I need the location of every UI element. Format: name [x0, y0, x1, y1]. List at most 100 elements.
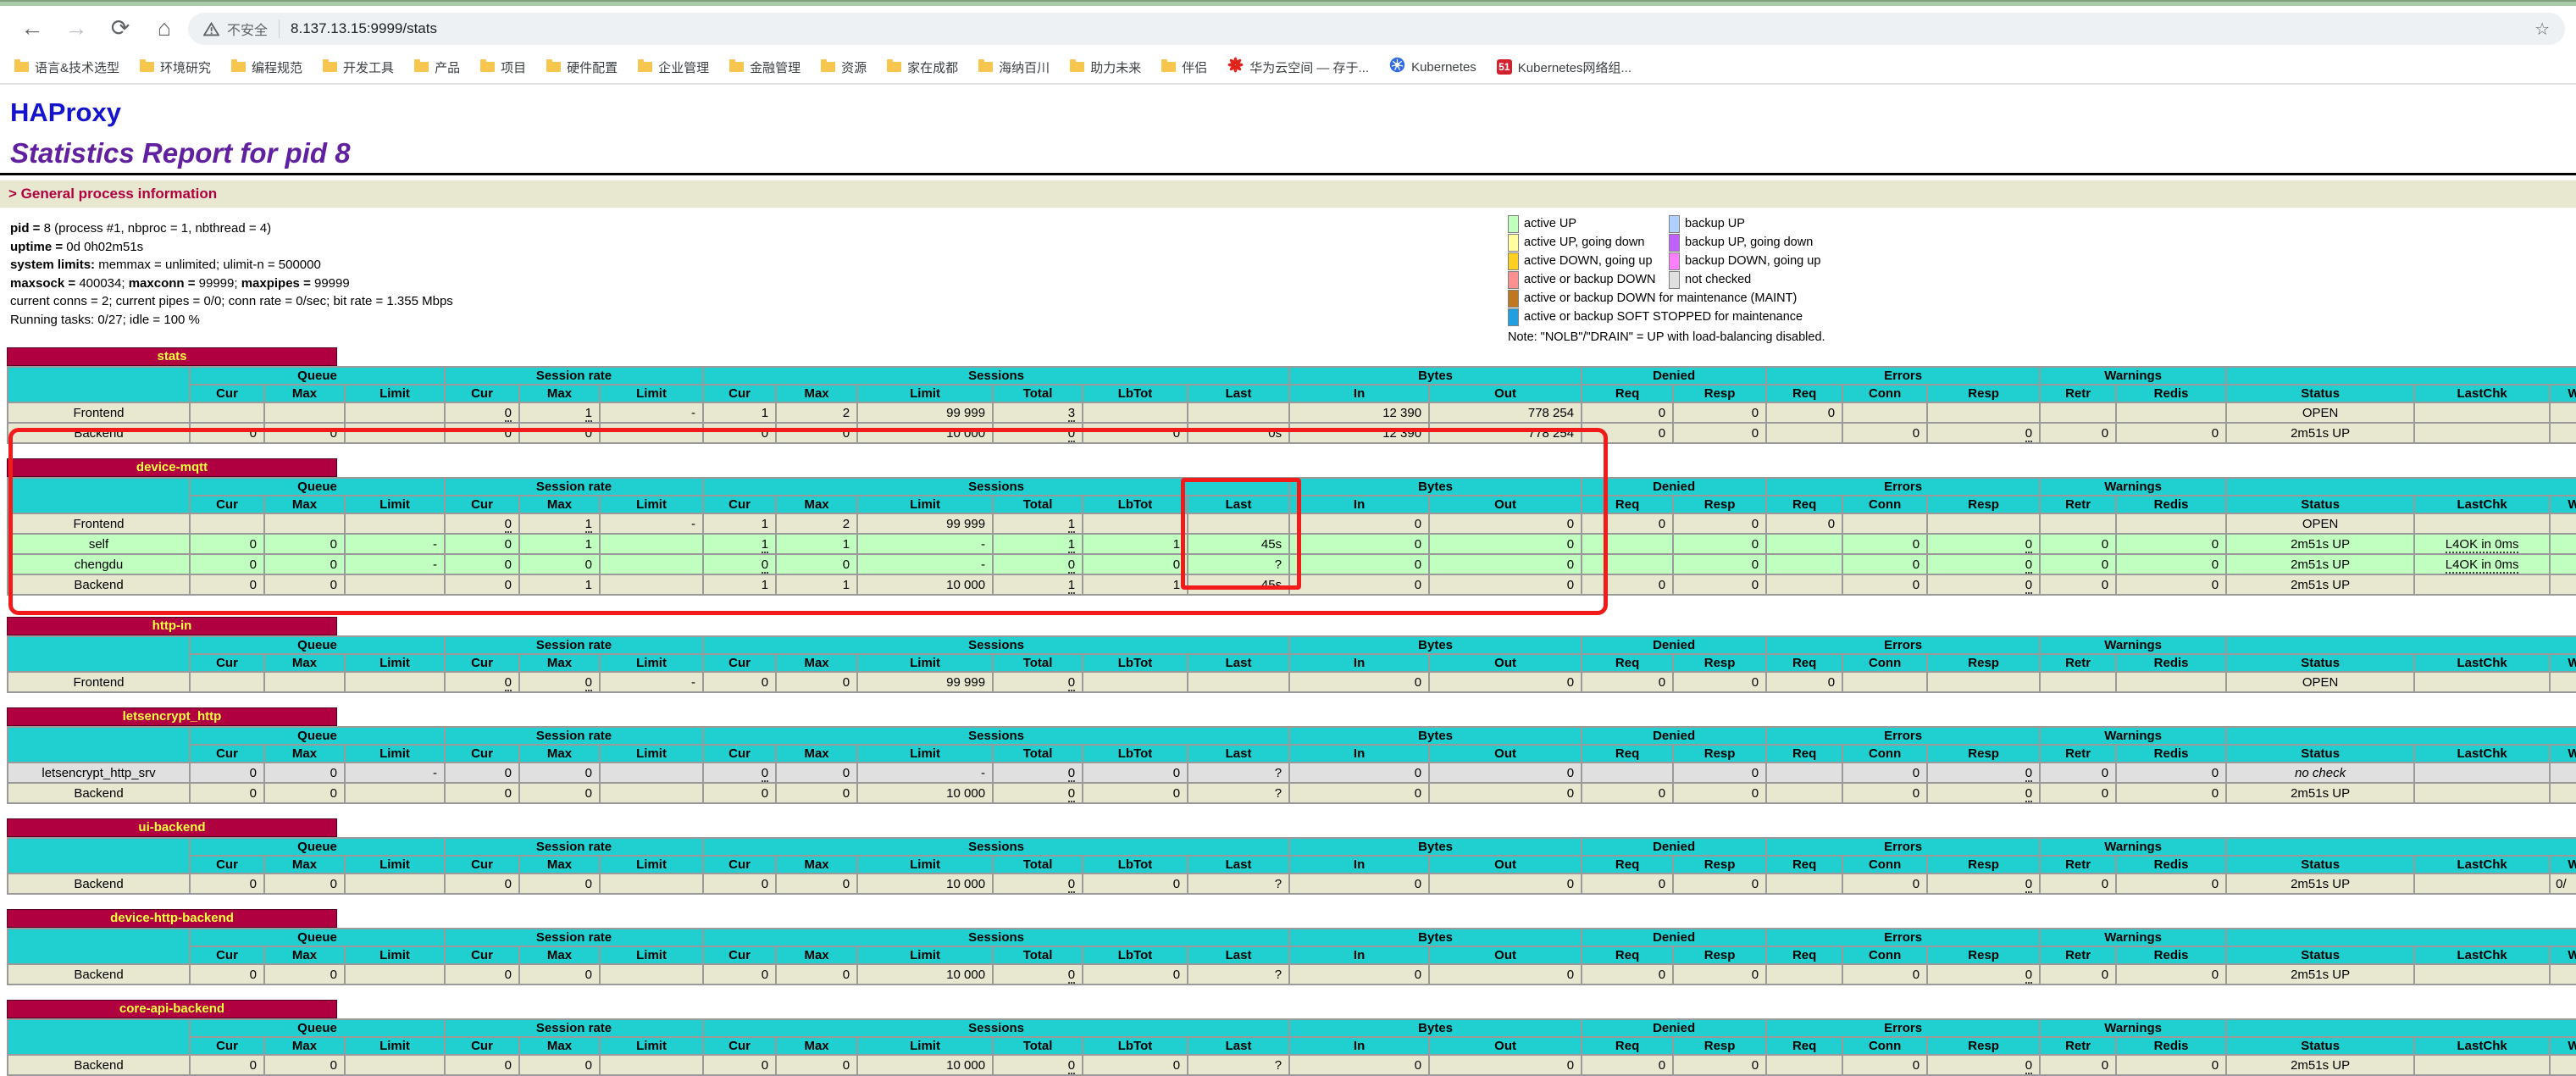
cell: 0: [190, 964, 264, 984]
cell: 0: [1842, 1055, 1927, 1075]
cell: [345, 1055, 445, 1075]
legend-label: active or backup DOWN: [1524, 273, 1656, 286]
cell: 0: [2040, 423, 2116, 443]
back-icon[interactable]: ←: [15, 11, 49, 45]
cell: 0: [1927, 783, 2040, 803]
proxy-title[interactable]: stats: [7, 347, 337, 366]
column-header: Redis: [2116, 856, 2226, 874]
cell: 2m51s UP: [2226, 534, 2414, 554]
cell: 0: [993, 1055, 1083, 1075]
process-info-line: maxsock = 400034; maxconn = 99999; maxpi…: [10, 275, 2576, 293]
column-header: Out: [1429, 745, 1582, 763]
table-row: Backend00000010 00000?000000002m51s UP0/: [8, 874, 2576, 894]
bookmark-item[interactable]: 助力未来: [1062, 56, 1149, 79]
bookmark-item[interactable]: 硬件配置: [539, 56, 625, 79]
column-header: Max: [264, 946, 345, 964]
cell: 3: [993, 402, 1083, 423]
url-text[interactable]: 8.137.13.15:9999/stats: [291, 20, 437, 37]
proxy-title[interactable]: http-in: [7, 617, 337, 635]
not-secure-warning-icon[interactable]: [203, 22, 219, 36]
cell: 0: [993, 783, 1083, 803]
proxy-table-core-api-backend: core-api-backendQueueSession rateSession…: [7, 1000, 2576, 1076]
cell: 0: [703, 672, 776, 692]
bookmark-item[interactable]: 产品: [407, 56, 468, 79]
bookmark-item[interactable]: 华为云空间 — 存于...: [1220, 54, 1377, 80]
address-bar[interactable]: 不安全 8.137.13.15:9999/stats ☆: [188, 13, 2565, 45]
cell: 0: [445, 672, 519, 692]
legend-note: Note: "NOLB"/"DRAIN" = UP with load-bala…: [1508, 330, 1825, 344]
cell: [2116, 402, 2226, 423]
proxy-title[interactable]: ui-backend: [7, 818, 337, 837]
column-header: Last: [1188, 745, 1289, 763]
column-header: Redis: [2116, 745, 2226, 763]
proxy-title[interactable]: letsencrypt_http: [7, 707, 337, 726]
bookmark-item[interactable]: 企业管理: [630, 56, 717, 79]
legend-swatch: [1508, 234, 1519, 252]
forward-icon[interactable]: →: [59, 11, 93, 45]
column-group-header: Denied: [1582, 367, 1766, 385]
cell: 0: [445, 964, 519, 984]
cell: 0: [1927, 534, 2040, 554]
cell: 0: [264, 874, 345, 894]
cell: 0: [2040, 783, 2116, 803]
column-group-header: Errors: [1766, 636, 2040, 654]
column-header: Conn: [1842, 856, 1927, 874]
corner-header: [8, 727, 190, 763]
bookmark-item[interactable]: 项目: [473, 56, 534, 79]
bookmark-star-icon[interactable]: ☆: [2534, 19, 2550, 40]
cell: [1766, 964, 1842, 984]
cell: OPEN: [2226, 672, 2414, 692]
bookmark-item[interactable]: Kubernetes: [1382, 54, 1484, 80]
column-header: Req: [1766, 1037, 1842, 1055]
cell: 0: [2040, 554, 2116, 574]
bookmark-item[interactable]: 金融管理: [722, 56, 808, 79]
column-header: Cur: [703, 745, 776, 763]
bookmark-item[interactable]: 资源: [813, 56, 874, 79]
cell: 0: [1673, 402, 1766, 423]
column-header: LastChk: [2414, 385, 2550, 402]
bookmark-item[interactable]: 海纳百川: [971, 56, 1057, 79]
column-group-header: Denied: [1582, 727, 1766, 745]
column-header: Conn: [1842, 496, 1927, 513]
bookmark-item[interactable]: 伴侣: [1154, 56, 1215, 79]
bookmark-item[interactable]: 编程规范: [224, 56, 310, 79]
column-group-header: Bytes: [1289, 929, 1582, 946]
bookmark-item[interactable]: 环境研究: [132, 56, 219, 79]
column-header: Retr: [2040, 856, 2116, 874]
divider: [0, 173, 2576, 175]
reload-icon[interactable]: ⟳: [103, 11, 137, 45]
annotation-box-last-column: [1181, 478, 1301, 590]
cell: 0: [1083, 783, 1188, 803]
cell: [2550, 763, 2576, 783]
cell: 0: [2116, 964, 2226, 984]
cell: [1927, 513, 2040, 534]
column-header: Max: [519, 385, 600, 402]
corner-header: [8, 838, 190, 874]
bookmark-label: 企业管理: [658, 58, 709, 76]
cell: 0: [264, 1055, 345, 1075]
cell: 0: [519, 783, 600, 803]
cell: [1766, 423, 1842, 443]
column-group-header: Warnings: [2040, 838, 2226, 856]
cell: 0: [2116, 554, 2226, 574]
column-header: Limit: [600, 745, 703, 763]
cell: no check: [2226, 763, 2414, 783]
legend-label: backup DOWN, going up: [1685, 254, 1820, 268]
folder-icon: [480, 62, 495, 72]
home-icon[interactable]: ⌂: [147, 11, 181, 45]
legend-label: active or backup DOWN for maintenance (M…: [1524, 291, 1797, 305]
column-header: Out: [1429, 654, 1582, 672]
cell: 12 390: [1289, 402, 1429, 423]
proxy-title[interactable]: device-http-backend: [7, 909, 337, 928]
column-header: LbTot: [1083, 385, 1188, 402]
cell: 10 000: [857, 783, 993, 803]
process-info-line: current conns = 2; current pipes = 0/0; …: [10, 292, 2576, 311]
column-header: LbTot: [1083, 745, 1188, 763]
bookmark-item[interactable]: 语言&技术选型: [7, 56, 127, 79]
bookmark-item[interactable]: 51Kubernetes网络组...: [1489, 56, 1639, 79]
bookmark-item[interactable]: 开发工具: [315, 56, 402, 79]
bookmark-item[interactable]: 家在成都: [879, 56, 966, 79]
column-header: Max: [519, 946, 600, 964]
proxy-title[interactable]: core-api-backend: [7, 1000, 337, 1018]
column-header: Wght: [2550, 385, 2576, 402]
